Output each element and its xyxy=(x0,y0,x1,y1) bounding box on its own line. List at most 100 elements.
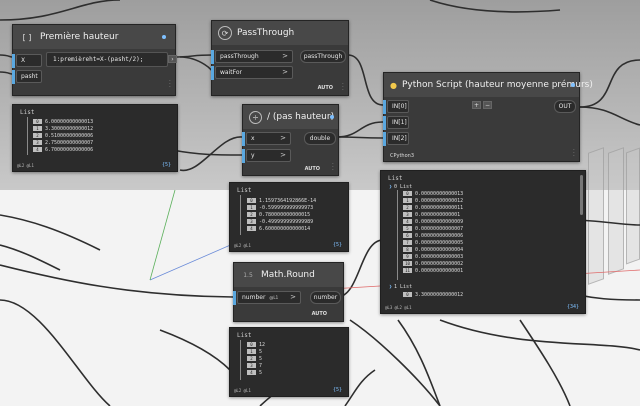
input-port-waitfor[interactable]: waitFor > xyxy=(215,66,293,79)
sublist-header[interactable]: ❯ 1 List xyxy=(389,283,412,290)
input-port-x[interactable]: X xyxy=(16,54,42,67)
math-round-node[interactable]: 1.5 Math.Round number @L1 > number AUTO xyxy=(233,262,344,322)
list-item: 45 xyxy=(247,369,262,376)
list-item: 1 -0.599999999999973 xyxy=(247,204,313,211)
preview-bubble-python[interactable]: List ❯ 0 List 0 0.00000000000013 1 0.000000… xyxy=(380,170,586,314)
input-port-indicator xyxy=(12,70,15,84)
list-value: 0.00000000000012 xyxy=(415,197,464,204)
list-index: 1 xyxy=(33,126,42,131)
input-port-x[interactable]: x > xyxy=(246,132,291,145)
list-value: 0.00000000000002 xyxy=(415,260,464,267)
list-item: 15 xyxy=(247,348,262,355)
node-header[interactable]: 1.5 Math.Round xyxy=(234,263,343,287)
list-item: 37 xyxy=(247,362,262,369)
chevron-right-icon: > xyxy=(280,134,286,142)
list-index: 4 xyxy=(247,226,256,231)
list-value: 5 xyxy=(259,355,263,362)
list-index: 1 xyxy=(247,349,256,354)
output-port-double[interactable]: double xyxy=(304,132,336,145)
node-header[interactable]: ● Python Script (hauteur moyenne prémurs… xyxy=(384,73,593,97)
list-value: 0.00000000000005 xyxy=(415,239,464,246)
list-levels: @L2 @L1 xyxy=(234,388,251,393)
list-count: {5} xyxy=(332,242,342,248)
port-label: passThrough xyxy=(220,53,259,60)
port-label: double xyxy=(309,135,331,142)
node-header[interactable]: [ ] Première hauteur xyxy=(13,25,175,49)
status-dot xyxy=(162,35,166,39)
plus-icon: + xyxy=(473,101,480,109)
input-port-in0[interactable]: IN[0] xyxy=(387,100,409,113)
list-value: 0.51000000000006 xyxy=(45,132,94,139)
dynamo-graph-canvas[interactable]: [ ] Première hauteur X pasht 1:premièreh… xyxy=(0,0,640,406)
input-port-y[interactable]: y > xyxy=(246,149,291,162)
input-port-indicator xyxy=(233,291,236,305)
list-value: 0.0000000000001 xyxy=(415,211,461,218)
list-index: 1 xyxy=(403,198,412,203)
resize-grip-icon[interactable]: · · · xyxy=(342,81,344,94)
port-label: number xyxy=(242,294,266,301)
tree-line xyxy=(27,117,28,155)
input-port-number[interactable]: number @L1 > xyxy=(237,291,301,304)
sublist-label: 1 List xyxy=(394,283,413,290)
list-item: 11 0.00000000000001 xyxy=(403,267,463,274)
input-port-in1[interactable]: IN[1] xyxy=(387,116,409,129)
resize-grip-icon[interactable]: · · · xyxy=(573,147,575,160)
remove-input-button[interactable]: − xyxy=(483,101,492,109)
list-index: 4 xyxy=(33,147,42,152)
list-item: 4 0.00000000000009 xyxy=(403,218,463,225)
list-value: 0.00000000000011 xyxy=(415,204,464,211)
list-count: {34} xyxy=(566,304,579,310)
input-port-in2[interactable]: IN[2] xyxy=(387,132,409,145)
output-port-passthrough[interactable]: passThrough xyxy=(300,50,346,63)
preview-bubble-math-round[interactable]: List 0 12 15 25 37 45 @L2 @L1 {5} xyxy=(229,327,349,397)
run-mode-label: AUTO xyxy=(304,166,320,172)
node-header[interactable]: ÷ / (pas hauteur) xyxy=(243,105,338,129)
output-port[interactable]: › xyxy=(168,55,177,63)
minus-icon: − xyxy=(484,101,491,109)
list-value: 0.00000000000003 xyxy=(415,253,464,260)
output-port-out[interactable]: OUT xyxy=(554,100,576,113)
status-dot xyxy=(571,83,575,87)
input-port-indicator xyxy=(12,54,15,68)
list-item: 9 0.00000000000003 xyxy=(403,253,463,260)
output-port-number[interactable]: number xyxy=(310,291,341,304)
python-script-node[interactable]: ● Python Script (hauteur moyenne prémurs… xyxy=(383,72,593,162)
list-value: 2.75000000000007 xyxy=(45,139,94,146)
list-item: 2 0.00000000000011 xyxy=(403,204,463,211)
list-index: 9 xyxy=(403,254,412,259)
preview-bubble-premiere-hauteur[interactable]: List 0 6.00000000000013 1 3.30000000000012… xyxy=(12,104,178,172)
passthrough-node[interactable]: ⟳ PassThrough passThrough > waitFor > pass… xyxy=(211,20,349,96)
list-value: -0.499999999999989 xyxy=(259,218,314,225)
node-header[interactable]: ⟳ PassThrough xyxy=(212,21,348,45)
list-item: 6 0.00000000000006 xyxy=(403,232,463,239)
list-value: 0.00000000000013 xyxy=(415,190,464,197)
chevron-right-icon: > xyxy=(290,293,296,301)
add-input-button[interactable]: + xyxy=(472,101,481,109)
chevron-down-icon[interactable]: ❯ xyxy=(389,284,392,290)
list-item: 3 2.75000000000007 xyxy=(33,139,93,146)
list-item: 0 3.30000000000012 xyxy=(403,291,463,298)
input-port-indicator xyxy=(211,66,214,80)
chevron-down-icon[interactable]: ❯ xyxy=(389,184,392,190)
code-editor[interactable]: 1:premièreht=X-(pasht/2); xyxy=(46,52,168,67)
lacing-tag[interactable]: @L1 xyxy=(269,295,278,300)
list-label: List xyxy=(237,332,252,339)
code-block-node-premiere-hauteur[interactable]: [ ] Première hauteur X pasht 1:premièreh… xyxy=(12,24,177,96)
list-levels: @L3 @L2 @L1 xyxy=(385,305,412,310)
sublist-header[interactable]: ❯ 0 List xyxy=(389,183,412,190)
input-port-pasht[interactable]: pasht xyxy=(16,70,42,83)
list-item: 7 0.00000000000005 xyxy=(403,239,463,246)
preview-bubble-division[interactable]: List 0 1.1597364192866E-14 1 -0.5999999999… xyxy=(229,182,349,252)
list-index: 4 xyxy=(247,370,256,375)
preview-scrollbar[interactable] xyxy=(580,175,583,215)
resize-grip-icon[interactable]: · · · xyxy=(332,161,334,174)
node-title: Math.Round xyxy=(261,270,315,280)
resize-grip-icon[interactable]: · · · xyxy=(169,78,171,91)
input-port-indicator xyxy=(383,116,386,130)
list-item: 3 0.0000000000001 xyxy=(403,211,460,218)
input-port-passthrough[interactable]: passThrough > xyxy=(215,50,293,63)
list-value: 6.70000000000006 xyxy=(45,146,94,153)
division-node-pas-hauteur[interactable]: ÷ / (pas hauteur) x > y > double AUTO · · · xyxy=(242,104,339,176)
list-item: 8 0.00000000000004 xyxy=(403,246,463,253)
list-levels: @L2 @L1 xyxy=(234,243,251,248)
